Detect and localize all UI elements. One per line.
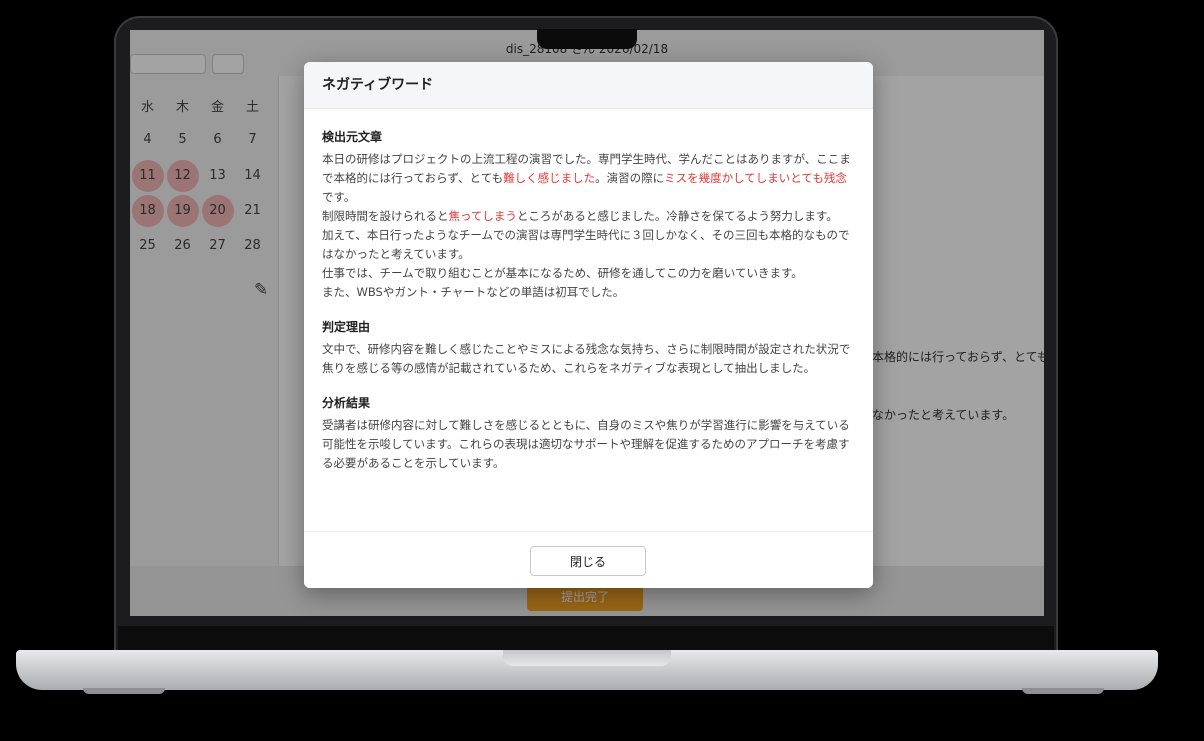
negative-phrase: 焦ってしまう bbox=[448, 209, 517, 223]
modal-body: 検出元文章 本日の研修はプロジェクトの上流工程の演習でした。専門学生時代、学んだ… bbox=[322, 128, 854, 489]
source-paragraph: 仕事では、チームで取り組むことが基本になるため、研修を通してこの力を磨いていきま… bbox=[322, 266, 803, 280]
camera-notch bbox=[537, 29, 637, 49]
source-text-section: 検出元文章 本日の研修はプロジェクトの上流工程の演習でした。専門学生時代、学んだ… bbox=[322, 128, 854, 302]
section-heading: 分析結果 bbox=[322, 396, 371, 410]
negative-word-modal: ネガティブワード 検出元文章 本日の研修はプロジェクトの上流工程の演習でした。専… bbox=[304, 62, 873, 588]
laptop-foot bbox=[83, 688, 165, 694]
section-heading: 検出元文章 bbox=[322, 130, 383, 144]
source-paragraph: 加えて、本日行ったようなチームでの演習は専門学生時代に３回しかなく、その三回も本… bbox=[322, 228, 850, 261]
negative-phrase: ミスを幾度かしてしまいとても残念 bbox=[664, 171, 847, 185]
modal-footer: 閉じる bbox=[304, 531, 873, 588]
reason-text: 文中で、研修内容を難しく感じたことやミスによる残念な気持ち、さらに制限時間が設定… bbox=[322, 342, 851, 375]
reason-section: 判定理由 文中で、研修内容を難しく感じたことやミスによる残念な気持ち、さらに制限… bbox=[322, 318, 854, 378]
result-section: 分析結果 受講者は研修内容に対して難しさを感じるとともに、自身のミスや焦りが学習… bbox=[322, 394, 854, 473]
laptop-foot bbox=[1022, 688, 1104, 694]
negative-phrase: 難しく感じました bbox=[503, 171, 596, 185]
laptop-thumb-groove bbox=[503, 650, 671, 666]
close-button[interactable]: 閉じる bbox=[530, 546, 646, 576]
section-heading: 判定理由 bbox=[322, 320, 371, 334]
source-paragraph: 制限時間を設けられると焦ってしまうところがあると感じました。冷静さを保てるよう努… bbox=[322, 209, 838, 223]
source-paragraph: また、WBSやガント・チャートなどの単語は初耳でした。 bbox=[322, 285, 625, 299]
source-paragraph: 本日の研修はプロジェクトの上流工程の演習でした。専門学生時代、学んだことはありま… bbox=[322, 152, 851, 204]
screen-bezel bbox=[118, 626, 1054, 652]
result-text: 受講者は研修内容に対して難しさを感じるとともに、自身のミスや焦りが学習進行に影響… bbox=[322, 418, 850, 470]
modal-title: ネガティブワード bbox=[304, 62, 873, 109]
